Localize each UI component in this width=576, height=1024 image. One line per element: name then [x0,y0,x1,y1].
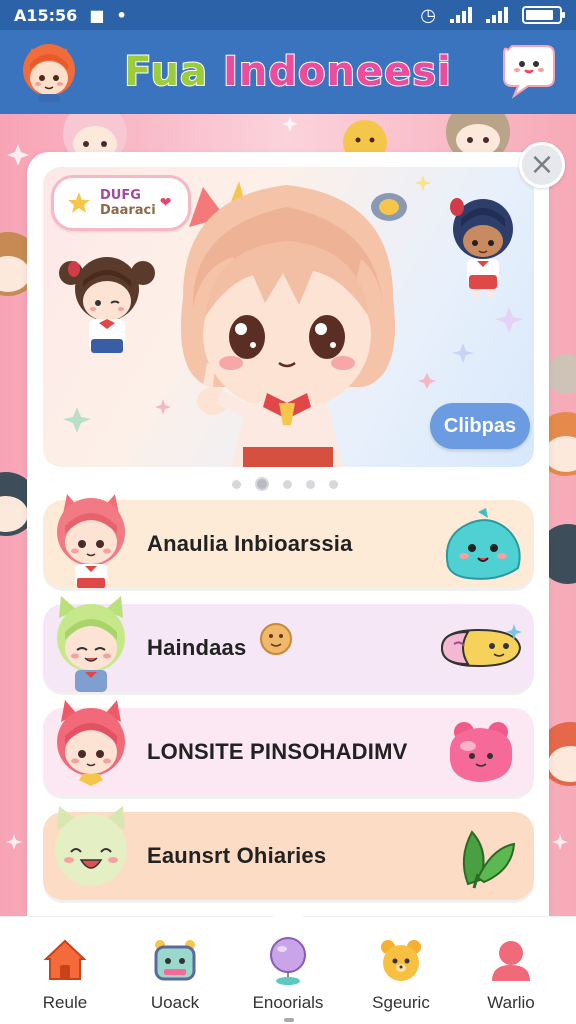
list-item-label: Eaunsrt Ohiaries [147,843,327,868]
list-item[interactable]: Haindaas [43,596,534,692]
app-title-part2: Indoneesi [222,48,452,96]
featured-banner[interactable]: DUFG Daaraci ❤ Clibpas [43,167,534,467]
home-icon [43,939,87,980]
close-icon[interactable]: × [519,142,565,188]
nav-label: Enoorials [252,993,324,1012]
dot-icon: • [116,5,127,25]
nav-item-home[interactable]: Reule [10,923,120,1013]
row-avatar-cat [55,806,127,886]
row-avatar-green [57,596,125,692]
nav-label: Reule [42,993,88,1012]
list-item[interactable]: Eaunsrt Ohiaries [43,806,534,900]
badge-line2: Daaraci [100,203,156,218]
pager-dot[interactable] [306,479,315,489]
banner-badge: DUFG Daaraci ❤ [51,175,191,231]
leaf-icon [462,830,516,889]
list-item-label: Haindaas [147,635,247,660]
bottom-navigation: Reule Uoack Enoorials Sgeuric Warlio [0,913,576,1024]
app-header: Fua Indoneesi [0,30,576,114]
candy-icon [440,624,522,668]
nav-label: Sgeuric [372,993,430,1012]
cookie-icon [260,623,292,655]
row-avatar-red [57,700,125,786]
status-bar: A15:56 ■ • ◷ [0,0,576,30]
profile-icon [492,941,530,981]
app-title: Fua Indoneesi [123,48,452,96]
battery-icon [522,6,565,24]
nav-label: Warlio [487,993,535,1012]
signal-icon [450,7,472,23]
home-indicator [284,1018,294,1022]
list-item[interactable]: LONSITE PINSOHADIMV [43,700,534,796]
wifi-signal-icon [486,7,508,23]
star-icon [68,192,90,213]
banner-chibi-left [59,257,155,353]
status-time: A15:56 [14,5,78,25]
badge-line1: DUFG [100,188,141,203]
user-avatar[interactable] [20,40,78,102]
jelly-icon [449,722,513,782]
heart-icon: ❤ [159,195,172,211]
nav-item-bear[interactable]: Sgeuric [346,923,456,1013]
pager-dot[interactable] [283,479,292,489]
bear-icon [381,940,421,981]
banner-chibi-right [450,198,513,297]
alarm-icon: ◷ [420,4,436,26]
robot-icon [154,940,196,981]
list-item-label: LONSITE PINSOHADIMV [147,739,408,764]
notification-icon: ■ [89,5,105,25]
nav-item-robot[interactable]: Uoack [120,923,230,1013]
bg-face-9 [546,354,576,394]
list-item[interactable]: Anaulia Inbioarssia [43,494,534,588]
balloon-icon [270,937,306,985]
row-avatar-pink [57,494,125,588]
banner-chibi-main [180,181,407,467]
blob-monster-icon [446,508,521,580]
list-item-label: Anaulia Inbioarssia [147,531,353,556]
pager-dot-active[interactable] [255,477,269,491]
chat-bubble-icon[interactable] [500,42,558,100]
carousel-pager [232,477,338,491]
nav-item-profile[interactable]: Warlio [456,923,566,1013]
pager-dot[interactable] [329,479,338,489]
pager-dot[interactable] [232,479,241,489]
nav-label: Uoack [150,993,200,1012]
banner-action-button[interactable]: Clibpas [430,403,530,449]
app-title-part1: Fua [123,48,209,96]
nav-item-balloon[interactable]: Enoorials [233,923,343,1013]
